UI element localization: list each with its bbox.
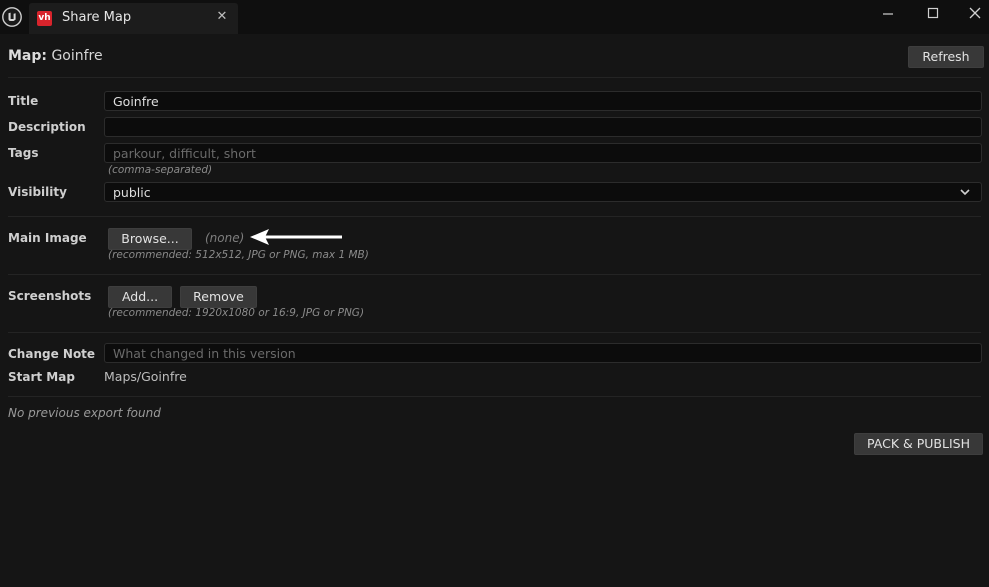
divider bbox=[8, 332, 981, 333]
visibility-value: public bbox=[113, 185, 151, 200]
map-heading: Map: Goinfre bbox=[8, 48, 103, 64]
main-image-current: (none) bbox=[205, 231, 245, 245]
map-name: Goinfre bbox=[51, 48, 103, 64]
tags-input[interactable]: parkour, difficult, short bbox=[104, 143, 982, 163]
divider bbox=[8, 396, 981, 397]
main-image-label: Main Image bbox=[8, 231, 87, 245]
share-map-window: vh Share Map ✕ Map: Goinfre Refresh Titl… bbox=[0, 0, 989, 587]
change-note-input[interactable]: What changed in this version bbox=[104, 343, 982, 363]
divider bbox=[8, 216, 981, 217]
chevron-down-icon bbox=[960, 189, 970, 196]
remove-screenshot-button[interactable]: Remove bbox=[180, 286, 257, 308]
divider bbox=[8, 77, 981, 78]
share-map-tab-icon: vh bbox=[37, 11, 52, 26]
tab-share-map[interactable]: vh Share Map ✕ bbox=[29, 3, 238, 34]
tags-label: Tags bbox=[8, 146, 39, 160]
start-map-label: Start Map bbox=[8, 370, 75, 384]
description-label: Description bbox=[8, 120, 86, 134]
title-input[interactable]: Goinfre bbox=[104, 91, 982, 111]
tab-title: Share Map bbox=[62, 10, 132, 25]
window-close-icon[interactable] bbox=[961, 4, 989, 24]
start-map-value: Maps/Goinfre bbox=[104, 369, 187, 384]
screenshots-hint: (recommended: 1920x1080 or 16:9, JPG or … bbox=[108, 307, 365, 319]
add-screenshot-button[interactable]: Add... bbox=[108, 286, 172, 308]
tags-hint: (comma-separated) bbox=[108, 164, 213, 176]
arrow-left-icon bbox=[250, 229, 342, 245]
map-label: Map: bbox=[8, 48, 47, 64]
main-image-hint: (recommended: 512x512, JPG or PNG, max 1… bbox=[108, 249, 369, 261]
export-status: No previous export found bbox=[8, 406, 161, 420]
title-bar: vh Share Map ✕ bbox=[0, 0, 989, 34]
divider bbox=[8, 274, 981, 275]
minimize-icon[interactable] bbox=[874, 4, 902, 24]
change-note-label: Change Note bbox=[8, 347, 96, 361]
unreal-logo-icon bbox=[2, 7, 22, 27]
description-input[interactable] bbox=[104, 117, 982, 137]
refresh-button[interactable]: Refresh bbox=[908, 46, 984, 68]
screenshots-label: Screenshots bbox=[8, 289, 92, 303]
visibility-dropdown[interactable]: public bbox=[104, 182, 982, 202]
pack-and-publish-button[interactable]: PACK & PUBLISH bbox=[854, 433, 983, 455]
close-icon[interactable]: ✕ bbox=[215, 9, 229, 25]
maximize-icon[interactable] bbox=[919, 4, 947, 24]
share-map-panel: Map: Goinfre Refresh Title Goinfre Descr… bbox=[0, 34, 989, 587]
visibility-label: Visibility bbox=[8, 185, 67, 199]
title-label: Title bbox=[8, 94, 39, 108]
browse-button[interactable]: Browse... bbox=[108, 228, 192, 250]
